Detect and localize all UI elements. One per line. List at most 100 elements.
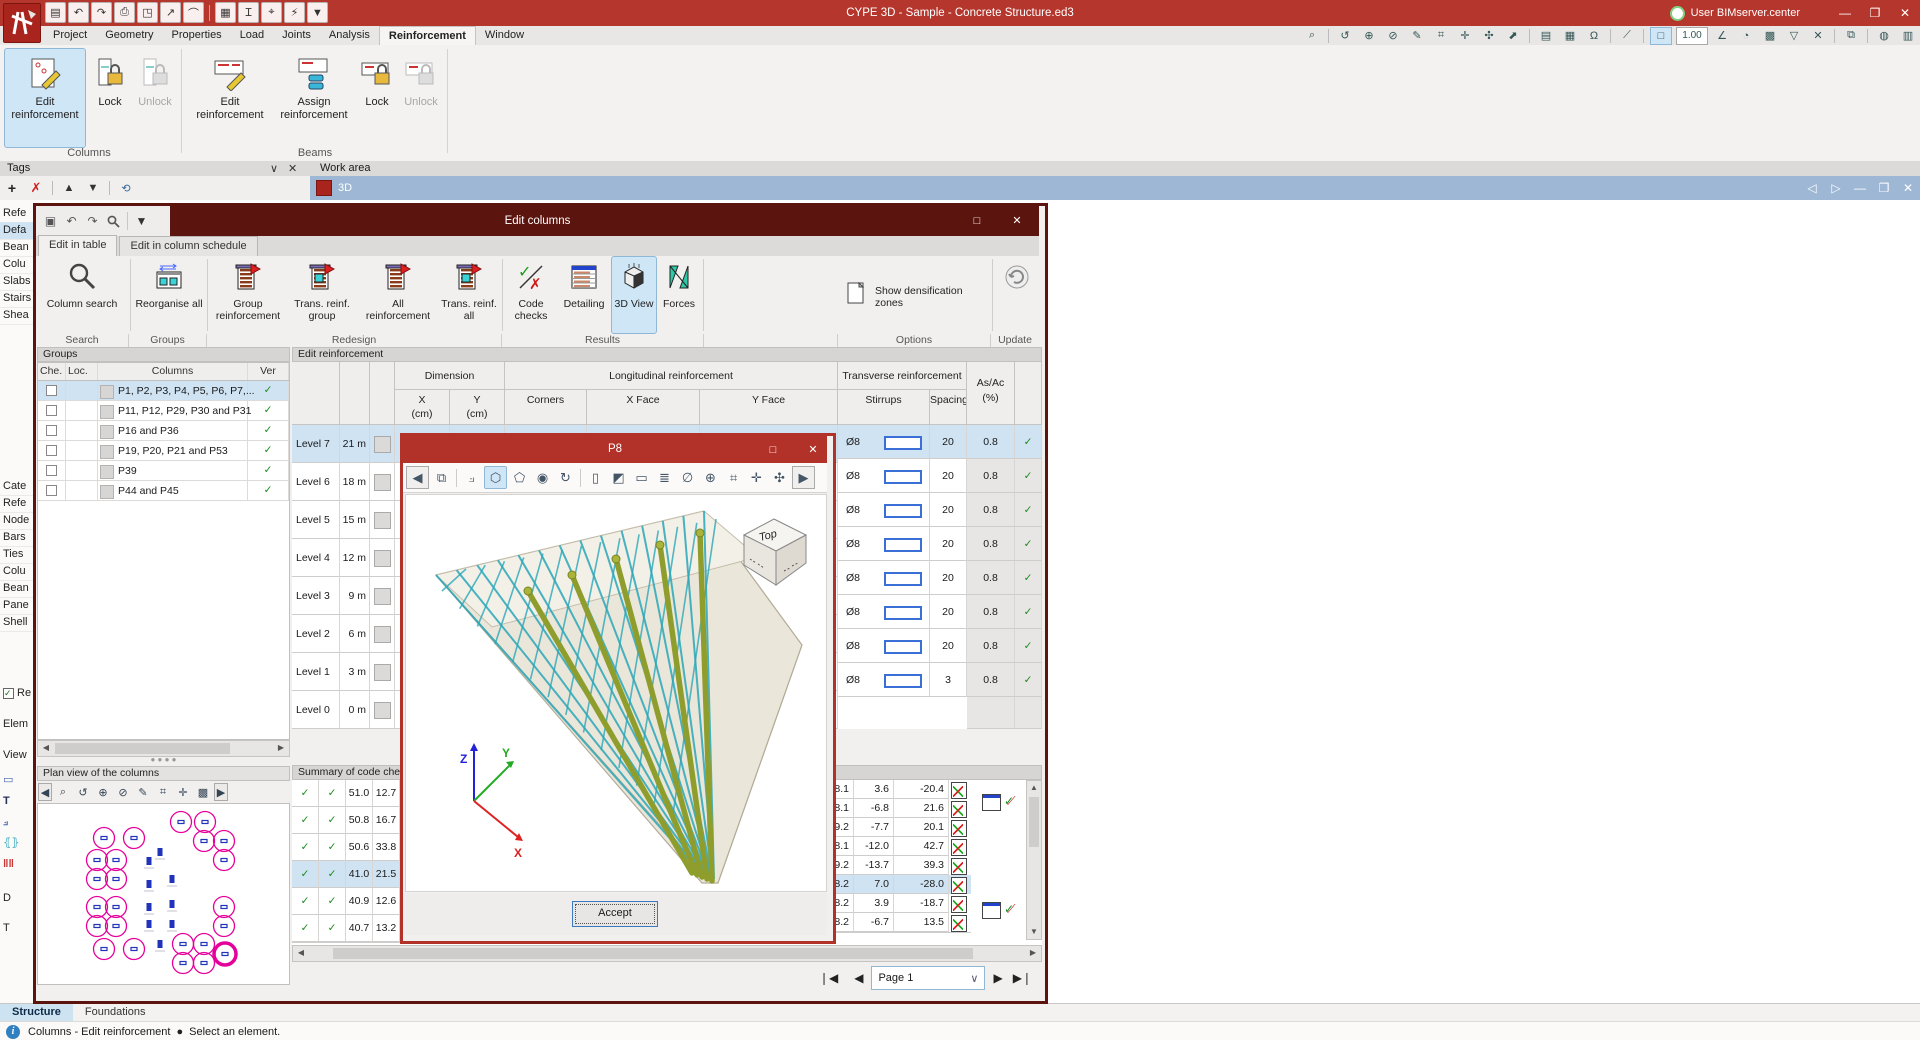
pan-icon[interactable]: ✛ (174, 783, 192, 801)
sidebar-item[interactable]: Ties (0, 546, 33, 564)
unlock-button[interactable]: Unlock (134, 48, 176, 148)
summary-right-row[interactable]: 8.2 7.0 -28.0 (830, 875, 971, 895)
sidebar-item[interactable]: Bean (0, 580, 33, 598)
move-up-icon[interactable]: ▲ (59, 180, 79, 196)
tags-close-icon[interactable]: ✕ (288, 162, 297, 175)
sidebar-item[interactable]: Bean (0, 239, 33, 257)
interaction-diagram-icon[interactable] (951, 801, 967, 818)
maximize-button[interactable]: ❐ (1860, 2, 1890, 24)
solid-view-icon[interactable]: ⬡ (484, 466, 507, 489)
prev-icon[interactable]: ◀ (406, 466, 429, 489)
summary-left-row[interactable]: ✓ ✓ 40.9 12.6 (292, 888, 400, 916)
lock-button[interactable]: Lock (358, 48, 396, 148)
dialog-maximize-button[interactable]: □ (967, 212, 987, 230)
menu-tab-project[interactable]: Project (44, 26, 96, 45)
docs-icon[interactable]: ▥ (1898, 28, 1918, 44)
zoom-all-icon[interactable]: ⊕ (94, 783, 112, 801)
column-header[interactable]: Loc. (66, 363, 98, 380)
splitter-handle[interactable]: ● ● ● ● (37, 756, 290, 766)
detailing-button[interactable]: Detailing (557, 256, 611, 334)
pan-icon[interactable]: ✛ (1455, 28, 1475, 44)
page-select[interactable]: Page 1 ∨ (871, 966, 986, 990)
sidebar-item[interactable]: Defa (0, 222, 33, 240)
summary-right-row[interactable]: 9.2 -13.7 39.3 (830, 856, 971, 876)
checkbox-icon[interactable]: ✓ (3, 688, 14, 699)
tags-collapse-icon[interactable]: ∨ (270, 162, 278, 175)
prev-view-icon[interactable]: ◁ (1800, 181, 1824, 195)
summary-right-row[interactable]: 9.2 -7.7 20.1 (830, 818, 971, 838)
collapse-icon[interactable]: ◀ (38, 783, 52, 801)
unlock-button[interactable]: Unlock (400, 48, 442, 148)
sidebar-item[interactable]: T (0, 920, 33, 937)
window-layout-icon[interactable]: ⧉ (1841, 28, 1861, 44)
edit-reinforcement-button[interactable]: Edit reinforcement (190, 48, 270, 148)
bimserver-sync-icon[interactable]: ◍ (1874, 28, 1894, 44)
section-box-icon[interactable]: ▯ (585, 467, 606, 488)
summary-left-row[interactable]: ✓ ✓ 41.0 21.5 (292, 861, 400, 889)
sidebar-item[interactable]: Colu (0, 256, 33, 274)
level-options-button[interactable] (374, 512, 391, 529)
tools-icon[interactable]: ✕ (1808, 28, 1828, 44)
more-icon[interactable]: ▶ (214, 783, 228, 801)
new-window-icon[interactable]: ⬈ (1503, 28, 1523, 44)
stirrup-row[interactable]: Ø8 20 0.8 ✓ (838, 595, 1042, 629)
trans-reinf-all-button[interactable]: Trans. reinf. all (438, 256, 500, 334)
interaction-diagram-icon[interactable] (951, 782, 967, 799)
stirrup-row[interactable]: Ø8 3 0.8 ✓ (838, 663, 1042, 697)
spin-icon[interactable]: ↻ (555, 467, 576, 488)
summary-left-row[interactable]: ✓ ✓ 40.7 13.2 (292, 915, 400, 943)
column-header[interactable]: Ver (248, 363, 289, 380)
interaction-diagram-icon[interactable] (951, 896, 967, 913)
zoom-previous-icon[interactable]: ↺ (1335, 28, 1355, 44)
grid-icon[interactable]: ▩ (1760, 28, 1780, 44)
dxf-icon[interactable]: ▤ (1536, 28, 1556, 44)
update-button[interactable] (995, 256, 1039, 334)
detail-table-icon[interactable] (982, 902, 1001, 919)
stirrup-row[interactable]: Ø8 20 0.8 ✓ (838, 493, 1042, 527)
workarea-minimize-icon[interactable]: — (1848, 181, 1872, 195)
tag-assign-icon[interactable]: ⟲ (116, 180, 136, 196)
p8-3d-canvas[interactable]: Z Y X Top (405, 494, 827, 892)
axes-icon[interactable]: ⟓ (0, 814, 33, 831)
sidebar-item[interactable]: D (0, 890, 33, 907)
assign-reinforcement-button[interactable]: Assign reinforcement (274, 48, 354, 148)
next-page-icon[interactable]: ▶ (993, 971, 1002, 985)
scroll-thumb[interactable] (333, 948, 973, 959)
groups-table-row[interactable]: P19, P20, P21 and P53 ✓ (38, 441, 289, 461)
sidebar-item[interactable]: Refe (0, 205, 33, 223)
zoom-previous-icon[interactable]: ↺ (74, 783, 92, 801)
summary-left-row[interactable]: ✓ ✓ 51.0 12.7 (292, 780, 400, 808)
column-search-button[interactable]: Column search (36, 256, 128, 334)
wireframe-icon[interactable]: ⬠ (509, 467, 530, 488)
transverse-header[interactable]: Transverse reinforcement (838, 362, 967, 390)
reorganise-all-button[interactable]: Reorganise all (133, 256, 205, 334)
sidebar-item[interactable]: ✓ Re (0, 685, 33, 702)
user-account[interactable]: User BIMserver.center (1669, 0, 1800, 26)
dxf-layers-icon[interactable]: ▦ (1560, 28, 1580, 44)
all-reinforcement-button[interactable]: All reinforcement (358, 256, 438, 334)
snap-icon[interactable]: Ω (1584, 28, 1604, 44)
scroll-down-icon[interactable]: ▼ (1027, 925, 1041, 939)
sidebar-item[interactable]: View (0, 747, 33, 764)
interaction-diagram-icon[interactable] (951, 839, 967, 856)
stirrup-row[interactable]: Ø8 20 0.8 ✓ (838, 425, 1042, 459)
summary-right-row[interactable]: 8.1 -6.8 21.6 (830, 799, 971, 819)
summary-right-row[interactable]: 8.2 3.9 -18.7 (830, 894, 971, 914)
y-cm-header[interactable]: Y (cm) (450, 390, 505, 425)
corner-cell[interactable] (340, 362, 370, 425)
summary-right-row[interactable]: 8.2 -6.7 13.5 (830, 913, 971, 933)
orbit-icon[interactable]: ✣ (769, 467, 790, 488)
prev-page-icon[interactable]: ◀ (854, 971, 863, 985)
next-icon[interactable]: ▶ (792, 466, 815, 489)
code-checks-button[interactable]: ✓ ✗ Code checks (505, 256, 557, 334)
zoom-window-icon[interactable]: ⌗ (154, 783, 172, 801)
menu-tab-reinforcement[interactable]: Reinforcement (378, 25, 476, 46)
window-icon[interactable]: ▭ (631, 467, 652, 488)
zoom-window-icon[interactable]: ⌗ (723, 467, 744, 488)
dialog-tab-edit-in-table[interactable]: Edit in table (38, 235, 118, 256)
zoom-all-icon[interactable]: ⊕ (1359, 28, 1379, 44)
delete-tag-icon[interactable]: ✗ (26, 180, 46, 196)
p8-maximize-button[interactable]: □ (763, 441, 783, 459)
check-toggle-icon[interactable]: ✓⟋ (1004, 902, 1024, 919)
menu-tab-window[interactable]: Window (476, 26, 533, 45)
